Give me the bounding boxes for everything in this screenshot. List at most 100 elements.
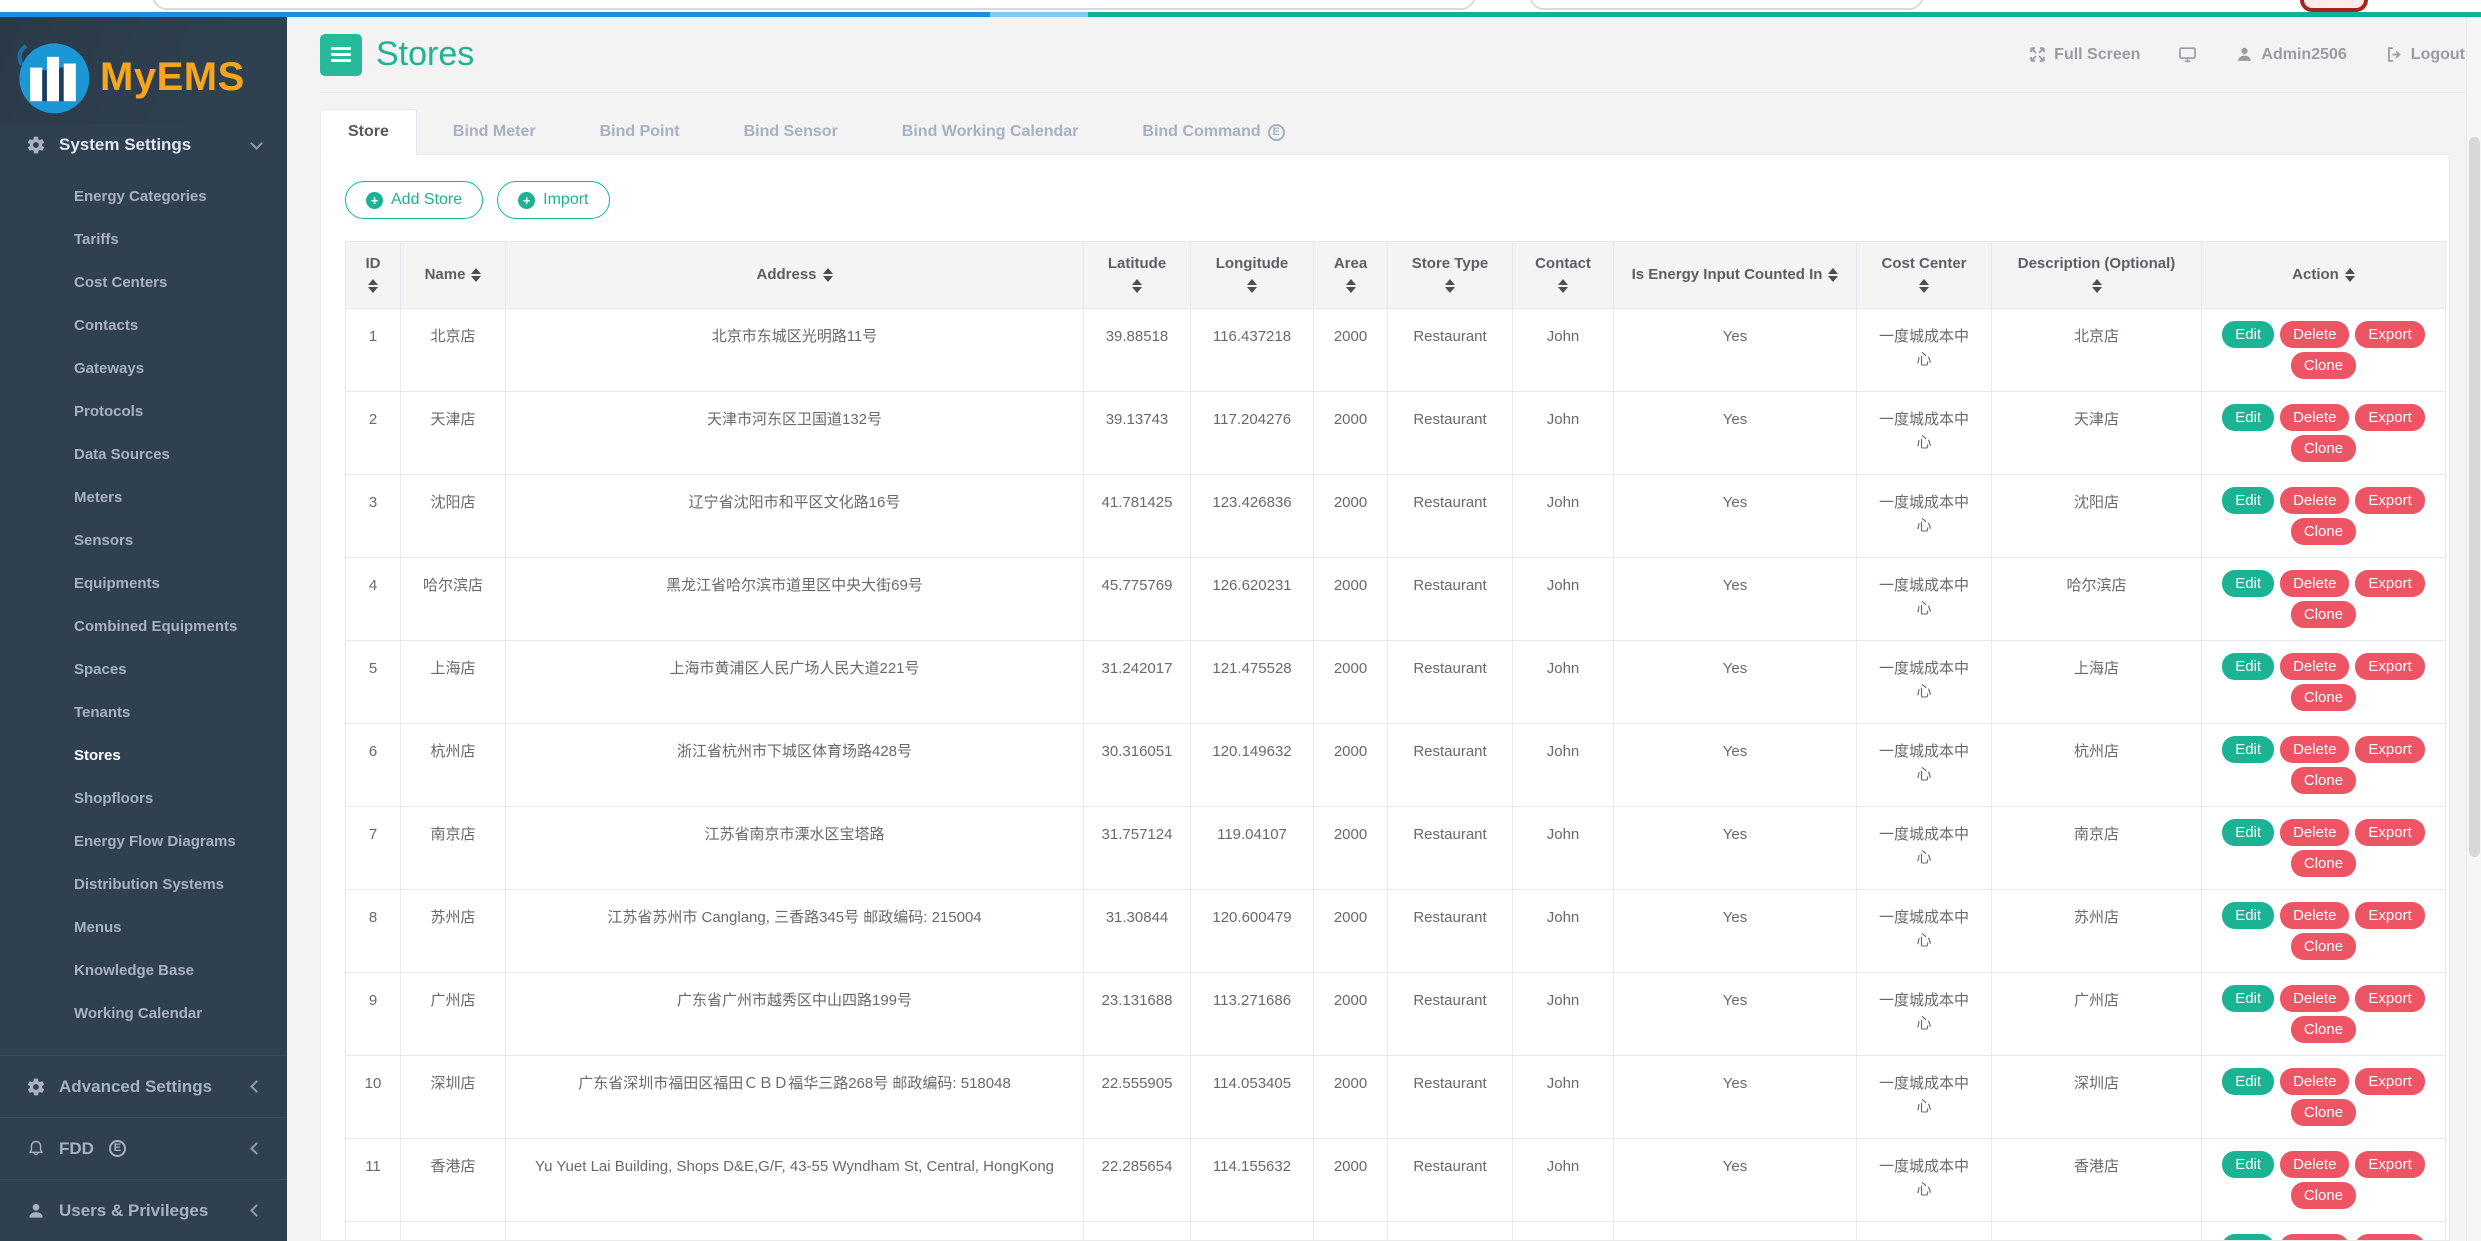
delete-button[interactable]: Delete	[2280, 653, 2349, 680]
sidebar-item-cost-centers[interactable]: Cost Centers	[0, 261, 287, 304]
column-header-name[interactable]: Name	[401, 242, 506, 309]
sidebar-item-energy-categories[interactable]: Energy Categories	[0, 175, 287, 218]
edit-button[interactable]: Edit	[2222, 404, 2274, 431]
tab-bind-command[interactable]: Bind CommandE	[1114, 109, 1312, 155]
delete-button[interactable]: Delete	[2280, 404, 2349, 431]
logout-button[interactable]: Logout	[2385, 45, 2465, 64]
page-scrollbar[interactable]	[2466, 17, 2481, 1241]
tab-bind-point[interactable]: Bind Point	[572, 109, 708, 155]
sidebar-section-system-settings[interactable]: System Settings	[0, 124, 287, 167]
edit-button[interactable]: Edit	[2222, 902, 2274, 929]
export-button[interactable]: Export	[2355, 1068, 2424, 1095]
column-header-area[interactable]: Area	[1314, 242, 1388, 309]
clone-button[interactable]: Clone	[2291, 1099, 2356, 1126]
export-button[interactable]: Export	[2355, 736, 2424, 763]
full-screen-button[interactable]: Full Screen	[2028, 45, 2140, 64]
column-header-is-energy-input-counted-in[interactable]: Is Energy Input Counted In	[1614, 242, 1857, 309]
clone-button[interactable]: Clone	[2291, 684, 2356, 711]
delete-button[interactable]: Delete	[2280, 736, 2349, 763]
sidebar-item-shopfloors[interactable]: Shopfloors	[0, 777, 287, 820]
column-header-contact[interactable]: Contact	[1513, 242, 1614, 309]
scrollbar-thumb[interactable]	[2469, 137, 2480, 857]
clone-button[interactable]: Clone	[2291, 850, 2356, 877]
column-header-longitude[interactable]: Longitude	[1191, 242, 1314, 309]
sidebar-item-contacts[interactable]: Contacts	[0, 304, 287, 347]
delete-button[interactable]: Delete	[2280, 1234, 2349, 1241]
delete-button[interactable]: Delete	[2280, 1151, 2349, 1178]
export-button[interactable]: Export	[2355, 487, 2424, 514]
tab-store[interactable]: Store	[320, 109, 417, 155]
sidebar-section-fdd[interactable]: FDDE	[0, 1117, 287, 1179]
edit-button[interactable]: Edit	[2222, 1151, 2274, 1178]
export-button[interactable]: Export	[2355, 321, 2424, 348]
sidebar-toggle-button[interactable]	[320, 34, 362, 76]
sidebar-item-equipments[interactable]: Equipments	[0, 562, 287, 605]
sidebar-item-combined-equipments[interactable]: Combined Equipments	[0, 605, 287, 648]
export-button[interactable]: Export	[2355, 653, 2424, 680]
edit-button[interactable]: Edit	[2222, 736, 2274, 763]
clone-button[interactable]: Clone	[2291, 767, 2356, 794]
column-header-action[interactable]: Action	[2202, 242, 2446, 309]
table-row: 9广州店广东省广州市越秀区中山四路199号23.131688113.271686…	[346, 973, 2446, 1056]
export-button[interactable]: Export	[2355, 985, 2424, 1012]
edit-button[interactable]: Edit	[2222, 1234, 2274, 1241]
edit-button[interactable]: Edit	[2222, 1068, 2274, 1095]
edit-button[interactable]: Edit	[2222, 985, 2274, 1012]
clone-button[interactable]: Clone	[2291, 352, 2356, 379]
tab-bind-meter[interactable]: Bind Meter	[425, 109, 564, 155]
delete-button[interactable]: Delete	[2280, 1068, 2349, 1095]
sidebar-item-spaces[interactable]: Spaces	[0, 648, 287, 691]
export-button[interactable]: Export	[2355, 1234, 2424, 1241]
add-store-button[interactable]: + Add Store	[345, 181, 483, 219]
column-header-latitude[interactable]: Latitude	[1084, 242, 1191, 309]
column-header-address[interactable]: Address	[506, 242, 1084, 309]
clone-button[interactable]: Clone	[2291, 1182, 2356, 1209]
import-button[interactable]: + Import	[497, 181, 609, 219]
delete-button[interactable]: Delete	[2280, 819, 2349, 846]
export-button[interactable]: Export	[2355, 404, 2424, 431]
edit-button[interactable]: Edit	[2222, 653, 2274, 680]
sidebar-item-working-calendar[interactable]: Working Calendar	[0, 992, 287, 1035]
tab-bind-working-calendar[interactable]: Bind Working Calendar	[874, 109, 1107, 155]
sidebar-section-advanced-settings[interactable]: Advanced Settings	[0, 1055, 287, 1117]
edit-button[interactable]: Edit	[2222, 570, 2274, 597]
monitor-button[interactable]	[2178, 45, 2197, 64]
column-header-cost-center[interactable]: Cost Center	[1857, 242, 1992, 309]
sidebar-item-tariffs[interactable]: Tariffs	[0, 218, 287, 261]
tab-bind-sensor[interactable]: Bind Sensor	[716, 109, 866, 155]
edit-button[interactable]: Edit	[2222, 321, 2274, 348]
clone-button[interactable]: Clone	[2291, 518, 2356, 545]
sidebar-item-tenants[interactable]: Tenants	[0, 691, 287, 734]
delete-button[interactable]: Delete	[2280, 985, 2349, 1012]
sidebar-item-sensors[interactable]: Sensors	[0, 519, 287, 562]
column-header-id[interactable]: ID	[346, 242, 401, 309]
edit-button[interactable]: Edit	[2222, 487, 2274, 514]
clone-button[interactable]: Clone	[2291, 435, 2356, 462]
delete-button[interactable]: Delete	[2280, 321, 2349, 348]
sidebar-item-distribution-systems[interactable]: Distribution Systems	[0, 863, 287, 906]
delete-button[interactable]: Delete	[2280, 487, 2349, 514]
clone-button[interactable]: Clone	[2291, 601, 2356, 628]
delete-button[interactable]: Delete	[2280, 902, 2349, 929]
export-button[interactable]: Export	[2355, 902, 2424, 929]
export-button[interactable]: Export	[2355, 570, 2424, 597]
sidebar-item-energy-flow-diagrams[interactable]: Energy Flow Diagrams	[0, 820, 287, 863]
cell-contact: John	[1513, 807, 1614, 890]
clone-button[interactable]: Clone	[2291, 1016, 2356, 1043]
sidebar-item-knowledge-base[interactable]: Knowledge Base	[0, 949, 287, 992]
sidebar-item-protocols[interactable]: Protocols	[0, 390, 287, 433]
sidebar-item-stores[interactable]: Stores	[0, 734, 287, 777]
column-header-store-type[interactable]: Store Type	[1388, 242, 1513, 309]
export-button[interactable]: Export	[2355, 819, 2424, 846]
sidebar-item-data-sources[interactable]: Data Sources	[0, 433, 287, 476]
sidebar-item-menus[interactable]: Menus	[0, 906, 287, 949]
clone-button[interactable]: Clone	[2291, 933, 2356, 960]
column-header-description-optional[interactable]: Description (Optional)	[1992, 242, 2202, 309]
delete-button[interactable]: Delete	[2280, 570, 2349, 597]
edit-button[interactable]: Edit	[2222, 819, 2274, 846]
sidebar-item-gateways[interactable]: Gateways	[0, 347, 287, 390]
sidebar-item-meters[interactable]: Meters	[0, 476, 287, 519]
export-button[interactable]: Export	[2355, 1151, 2424, 1178]
sidebar-section-users-privileges[interactable]: Users & Privileges	[0, 1179, 287, 1241]
user-menu[interactable]: Admin2506	[2235, 45, 2346, 64]
